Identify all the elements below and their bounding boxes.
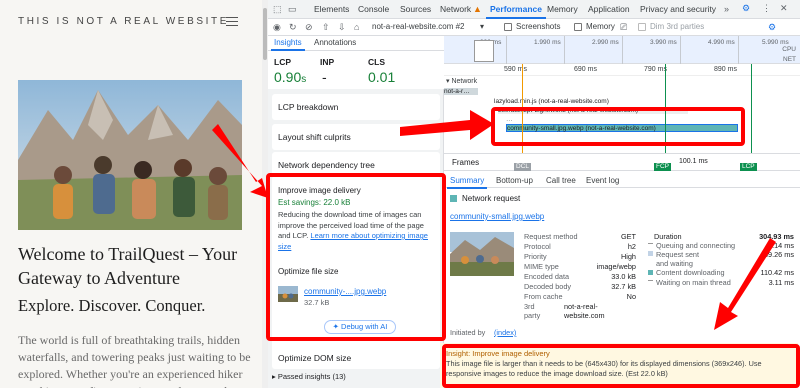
- arrow-icon: [400, 110, 494, 140]
- arrow-icon: [714, 238, 776, 330]
- arrow-icon: [212, 124, 268, 198]
- annotation-arrows: [212, 110, 776, 330]
- screenshot: THIS IS NOT A REAL WEBSITE Welcome to Tr…: [0, 0, 800, 388]
